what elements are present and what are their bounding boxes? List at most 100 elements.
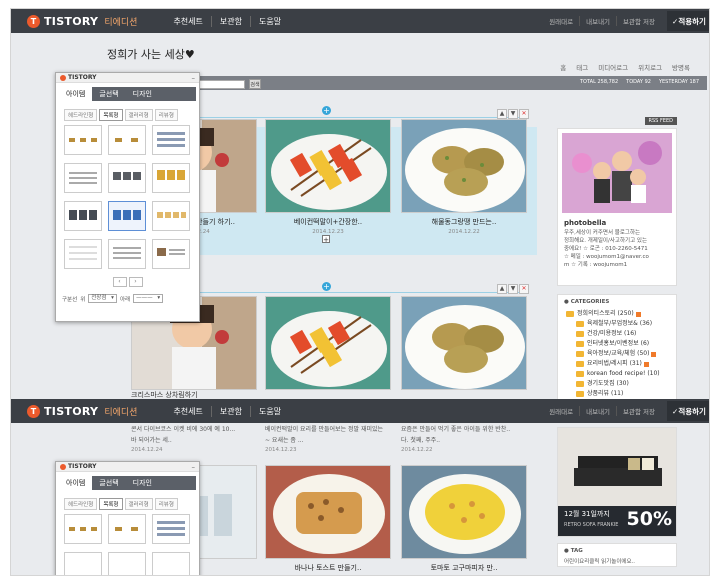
layout-option[interactable] (108, 125, 146, 155)
post-card[interactable]: 바나나 토스트 만들기.. (265, 465, 391, 573)
next-page-button[interactable]: › (128, 277, 143, 287)
nav-recommended[interactable]: 추천세트 (165, 405, 212, 417)
move-up-icon[interactable]: ▲ (497, 109, 507, 119)
subtab-gallery[interactable]: 갤러리형 (124, 498, 153, 510)
category-item[interactable]: 인터넷홍보/이벤정보 (6) (576, 339, 676, 349)
close-icon[interactable]: ✕ (519, 109, 529, 119)
save-storage-link[interactable]: 보관함 저장 (617, 16, 661, 26)
add-item-icon[interactable]: + (322, 235, 330, 244)
tag-text[interactable]: 어린이요리클릭 읽기놀이에요.. (564, 558, 676, 566)
layout-option[interactable] (108, 163, 146, 193)
subtab-review[interactable]: 리뷰형 (154, 109, 178, 121)
menu-medialog[interactable]: 미디어로그 (593, 62, 633, 72)
subtab-review[interactable]: 리뷰형 (154, 498, 178, 510)
layout-option-selected[interactable] (108, 201, 146, 231)
post-text-block[interactable]: 콘서 다이브코스 이켓 비에 30에 예 10... 바 되어가는 세.. 20… (131, 423, 257, 453)
category-item[interactable]: korean food recipe! (10) (576, 369, 676, 379)
post-title[interactable]: 크리스마스 상차림하기 (131, 390, 257, 400)
add-section-icon[interactable]: + (322, 282, 331, 291)
layout-option[interactable] (64, 163, 102, 193)
tab-post-select[interactable]: 글선택 (92, 476, 125, 490)
category-item[interactable]: 정희의티스토리 (250) (566, 309, 676, 319)
line-style-select[interactable]: ——— ▾ (133, 294, 164, 303)
tab-design[interactable]: 디자인 (126, 476, 159, 490)
category-item[interactable]: 경기도맛집 (30) (576, 379, 676, 389)
tab-design[interactable]: 디자인 (126, 87, 159, 101)
layout-option[interactable] (152, 239, 190, 269)
export-link[interactable]: 내보내기 (580, 406, 618, 416)
layout-option[interactable] (64, 514, 102, 544)
save-storage-link[interactable]: 보관함 저장 (617, 406, 661, 416)
panel-footer: 구분선 위 전장점 ▾ 아래 ——— ▾ (62, 294, 193, 303)
nav-storage[interactable]: 보관함 (212, 15, 251, 27)
layout-option[interactable] (152, 125, 190, 155)
move-down-icon[interactable]: ▼ (508, 109, 518, 119)
layout-option[interactable] (64, 201, 102, 231)
nav-help[interactable]: 도움말 (251, 16, 289, 27)
layout-option[interactable] (108, 552, 146, 575)
minimize-icon[interactable]: – (192, 74, 196, 82)
post-card[interactable] (401, 296, 527, 390)
post-card[interactable]: 토마토 고구마피자 만.. (401, 465, 527, 573)
tab-post-select[interactable]: 글선택 (92, 87, 125, 101)
menu-locationlog[interactable]: 위치로그 (633, 62, 667, 72)
blog-search-button[interactable]: 검색 (249, 79, 261, 89)
category-item[interactable]: 요리비법/레시피 (31) (576, 359, 676, 369)
nav-recommended[interactable]: 추천세트 (165, 15, 212, 27)
panel-subtabs: 헤드라인형 목록형 갤러리형 리뷰형 (64, 109, 193, 121)
tab-items[interactable]: 아이템 (59, 476, 93, 490)
post-card[interactable]: 베이컨떡말이+간장한.. 2014.12.23 (265, 119, 391, 235)
menu-home[interactable]: 홈 (555, 62, 571, 72)
subtab-list[interactable]: 목록형 (99, 498, 123, 510)
panel-header[interactable]: TISTORY – (56, 462, 199, 472)
reset-link[interactable]: 원래대로 (543, 406, 581, 416)
tistory-logo[interactable]: T TISTORY 티에디션 (27, 14, 137, 28)
nav-help[interactable]: 도움말 (251, 406, 289, 417)
subtab-gallery[interactable]: 갤러리형 (124, 109, 153, 121)
prev-page-button[interactable]: ‹ (112, 277, 127, 287)
close-icon[interactable]: ✕ (519, 284, 529, 294)
nav-storage[interactable]: 보관함 (212, 405, 251, 417)
layout-option[interactable] (108, 239, 146, 269)
post-text-block[interactable]: 베이컨떡말이 요리를 만들어보는 정말 재미있는 ~ 요새는 좀 ... 201… (265, 423, 391, 453)
post-title[interactable]: 해물동그랑땡 만드는.. (401, 217, 527, 227)
post-title[interactable]: 베이컨떡말이+간장한.. (265, 217, 391, 227)
post-text-block[interactable]: 요즘은 만들어 먹기 좋은 아이들 위한 반찬.. 다. 첫째, 주주.. 20… (401, 423, 527, 453)
layout-option[interactable] (108, 514, 146, 544)
category-item[interactable]: 건강/미용정보 (16) (576, 329, 676, 339)
export-link[interactable]: 내보내기 (580, 16, 618, 26)
layout-option[interactable] (64, 552, 102, 575)
subtab-headline[interactable]: 헤드라인형 (64, 498, 98, 510)
subtab-list[interactable]: 목록형 (99, 109, 123, 121)
move-up-icon[interactable]: ▲ (497, 284, 507, 294)
apply-button[interactable]: ✓ 적용하기 (667, 401, 709, 421)
ad-banner[interactable]: 12월 31일까지 RETRO SOFA FRANKIE 50% (557, 427, 677, 537)
post-card[interactable] (265, 296, 391, 390)
apply-button[interactable]: ✓ 적용하기 (667, 11, 709, 31)
post-title[interactable]: 바나나 토스트 만들기.. (265, 563, 391, 573)
category-item[interactable]: 상품리뷰 (11) (576, 389, 676, 399)
layout-option[interactable] (64, 239, 102, 269)
move-down-icon[interactable]: ▼ (508, 284, 518, 294)
layout-option[interactable] (152, 514, 190, 544)
post-card[interactable]: 해물동그랑땡 만드는.. 2014.12.22 (401, 119, 527, 235)
post-title[interactable]: 토마토 고구마피자 만.. (401, 563, 527, 573)
layout-preview-icon (69, 246, 97, 260)
category-item[interactable]: 육제철부/부업정보& (36) (576, 319, 676, 329)
tab-items[interactable]: 아이템 (59, 87, 93, 101)
divider-select[interactable]: 전장점 ▾ (88, 294, 117, 303)
add-section-icon[interactable]: + (322, 106, 331, 115)
layout-option[interactable] (64, 125, 102, 155)
reset-link[interactable]: 원래대로 (543, 16, 581, 26)
menu-tag[interactable]: 태그 (571, 62, 593, 72)
rss-feed-button[interactable]: RSS FEED (644, 117, 677, 125)
tistory-logo[interactable]: T TISTORY 티에디션 (27, 404, 137, 418)
layout-option[interactable] (152, 552, 190, 575)
category-item[interactable]: 육아정보/교육/체험 (50) (576, 349, 676, 359)
menu-guestbook[interactable]: 방명록 (667, 62, 695, 72)
layout-option[interactable] (152, 163, 190, 193)
layout-option[interactable] (152, 201, 190, 231)
panel-header[interactable]: TISTORY – (56, 73, 199, 83)
subtab-headline[interactable]: 헤드라인형 (64, 109, 98, 121)
minimize-icon[interactable]: – (192, 463, 196, 471)
